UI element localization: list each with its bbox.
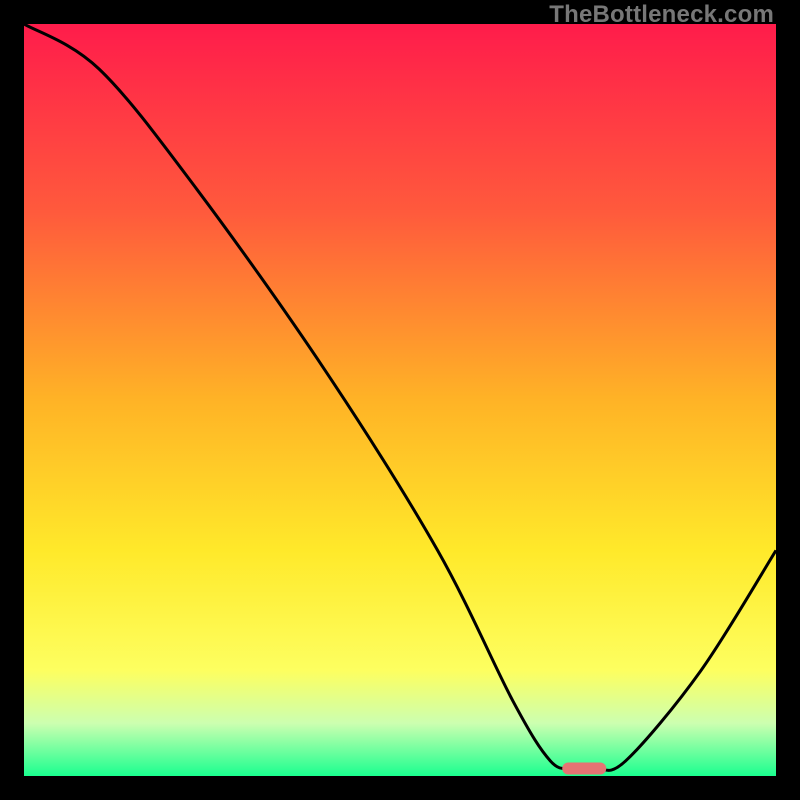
heat-gradient-background (24, 24, 776, 776)
minimum-marker (562, 762, 606, 774)
chart-canvas (24, 24, 776, 776)
plot-area (24, 24, 776, 776)
watermark-text: TheBottleneck.com (549, 0, 774, 29)
